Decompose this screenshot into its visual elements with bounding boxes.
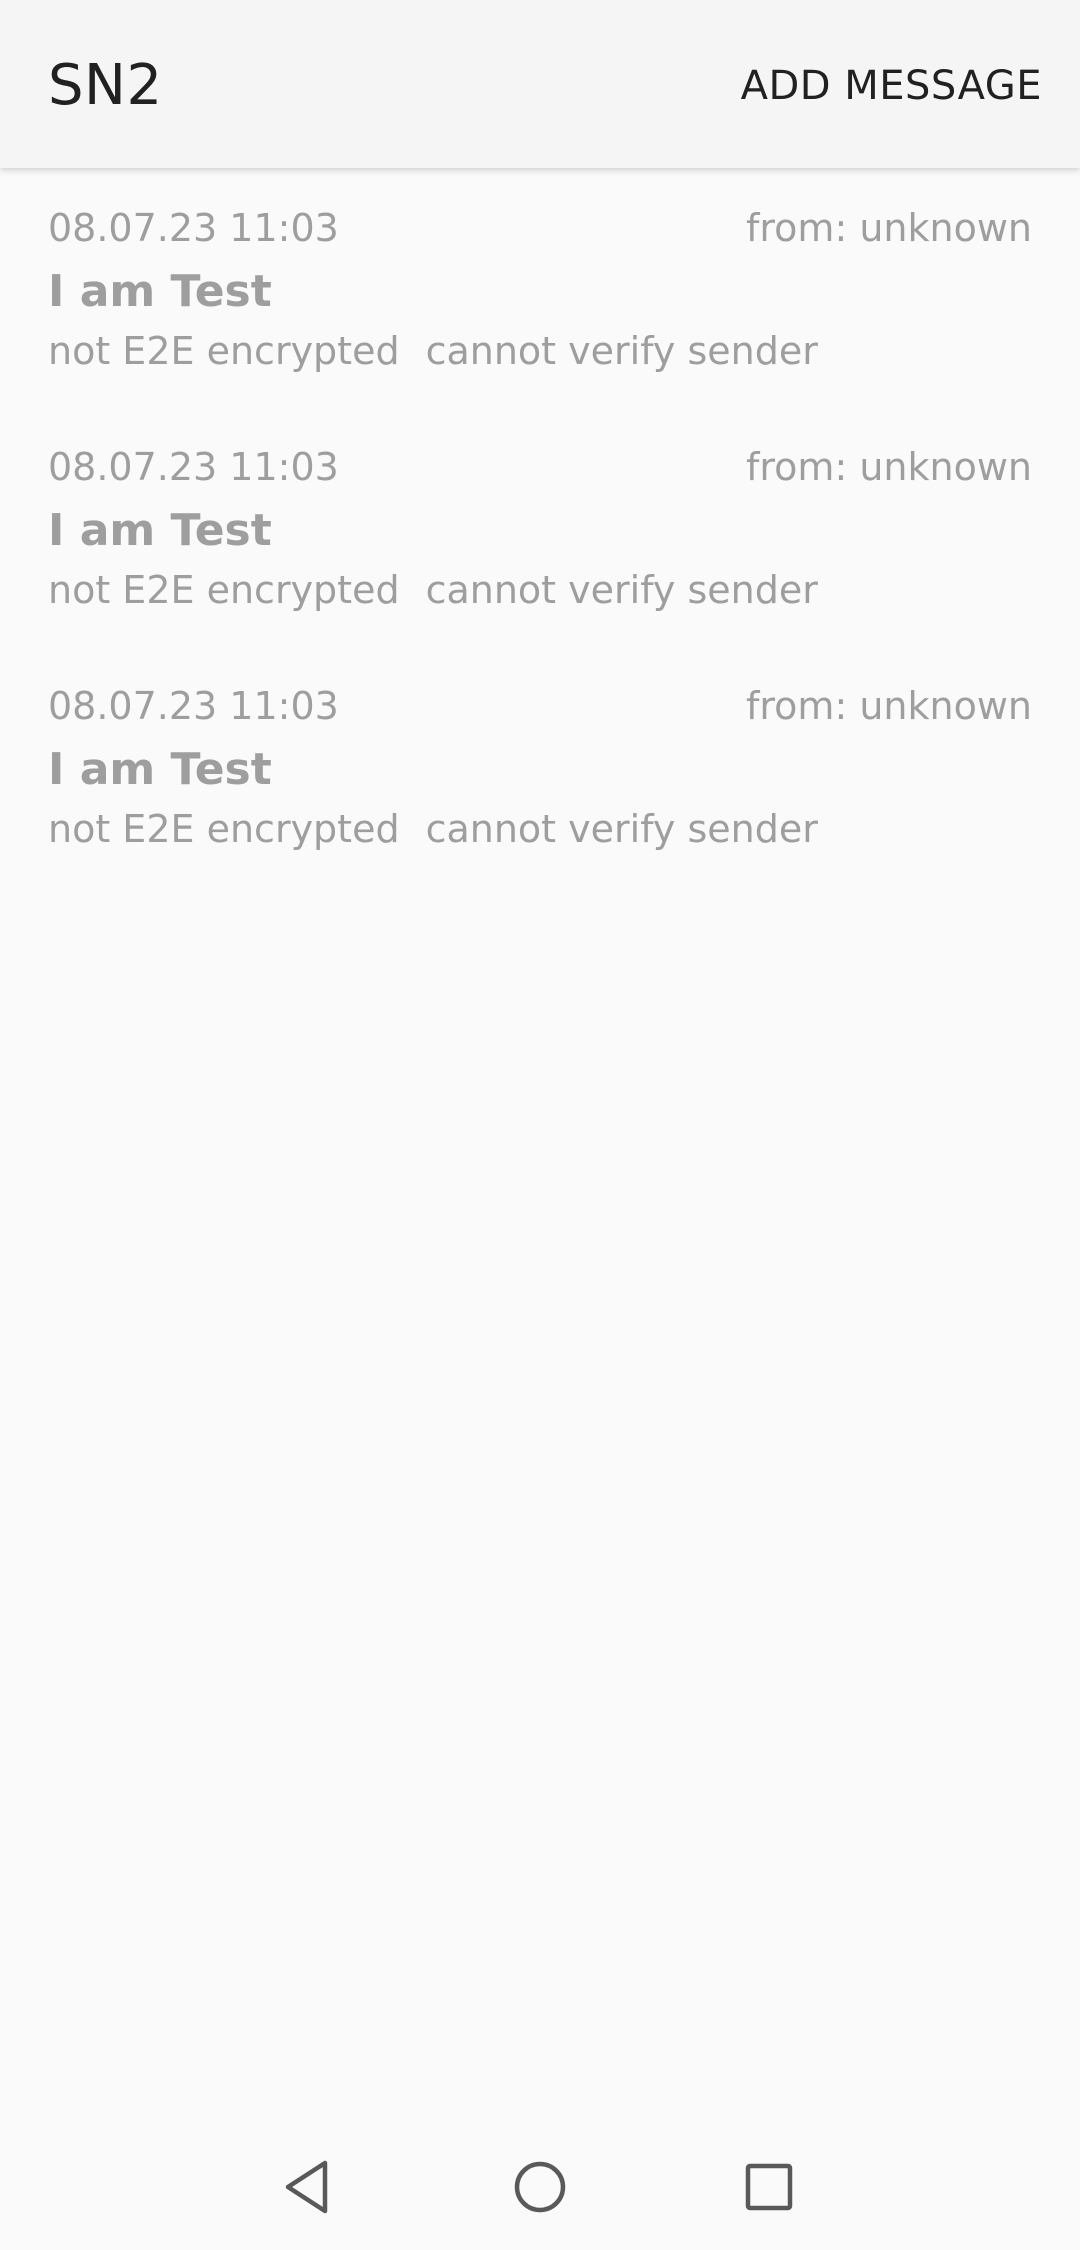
message-date: 08.07.23 11:03 [48,684,339,728]
encryption-status: not E2E encrypted [48,568,400,612]
system-nav-bar [0,2124,1080,2250]
back-icon[interactable] [275,2152,345,2222]
app-screen: SN2 ADD MESSAGE 08.07.23 11:03 from: unk… [0,0,1080,2250]
message-status: not E2E encrypted cannot verify sender [48,805,818,853]
verification-status: cannot verify sender [425,329,818,373]
message-item[interactable]: 08.07.23 11:03 from: unknown I am Test n… [0,168,1080,407]
message-item[interactable]: 08.07.23 11:03 from: unknown I am Test n… [0,407,1080,646]
message-date: 08.07.23 11:03 [48,206,339,250]
message-sender: from: unknown [746,206,1032,250]
home-icon[interactable] [505,2152,575,2222]
message-list: 08.07.23 11:03 from: unknown I am Test n… [0,168,1080,885]
message-item[interactable]: 08.07.23 11:03 from: unknown I am Test n… [0,646,1080,885]
message-status: not E2E encrypted cannot verify sender [48,566,818,614]
message-text: I am Test [48,266,272,317]
message-sender: from: unknown [746,445,1032,489]
verification-status: cannot verify sender [425,807,818,851]
message-sender: from: unknown [746,684,1032,728]
encryption-status: not E2E encrypted [48,807,400,851]
message-text: I am Test [48,744,272,795]
verification-status: cannot verify sender [425,568,818,612]
app-title: SN2 [48,53,163,118]
message-text: I am Test [48,505,272,556]
encryption-status: not E2E encrypted [48,329,400,373]
recents-icon[interactable] [734,2152,804,2222]
message-status: not E2E encrypted cannot verify sender [48,327,818,375]
add-message-button[interactable]: ADD MESSAGE [741,56,1042,116]
app-bar: SN2 ADD MESSAGE [0,0,1080,168]
message-date: 08.07.23 11:03 [48,445,339,489]
